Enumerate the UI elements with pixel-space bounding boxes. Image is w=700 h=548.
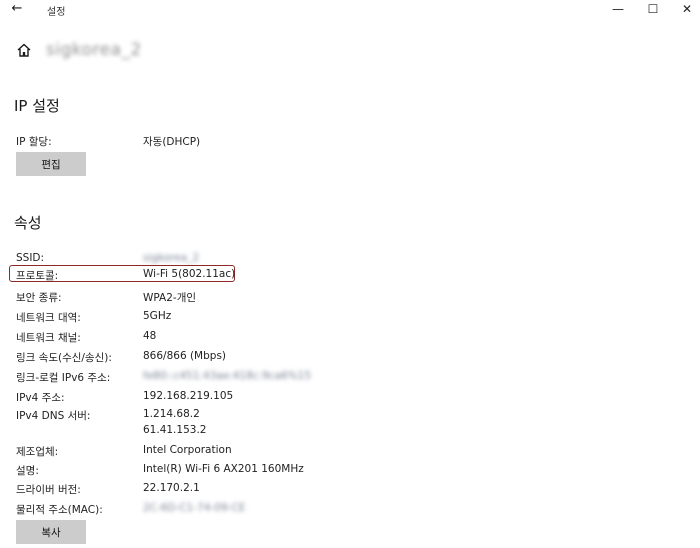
description-value: Intel(R) Wi-Fi 6 AX201 160MHz [143,463,304,475]
copy-button[interactable]: 복사 [16,520,86,544]
close-button[interactable]: ✕ [672,0,700,18]
property-label: SSID: [16,252,45,264]
ssid-value: sigkorea_2 [143,252,200,264]
ip-assignment-label: IP 할당: [16,136,52,148]
property-label: 네트워크 대역: [16,312,81,324]
minimize-button[interactable]: — [603,0,633,18]
driver-version-value: 22.170.2.1 [143,482,200,494]
dns-server-2-value: 61.41.153.2 [143,424,207,436]
dns-server-1-value: 1.214.68.2 [143,408,200,420]
app-title: 설정 [47,7,66,18]
property-label: 드라이버 버전: [16,484,81,496]
ip-assignment-value: 자동(DHCP) [143,136,201,148]
edit-button[interactable]: 편집 [16,152,86,176]
maximize-button[interactable]: ☐ [638,0,668,18]
property-label: 제조업체: [16,446,59,458]
properties-heading: 속성 [14,214,42,232]
title-bar: ← 설정 — ☐ ✕ [0,0,700,20]
ip-settings-heading: IP 설정 [14,97,60,115]
network-band-value: 5GHz [143,310,172,322]
property-label: IPv4 DNS 서버: [16,410,91,422]
property-label: 링크 속도(수신/송신): [16,352,112,364]
property-label: 네트워크 채널: [16,332,81,344]
network-name: sigkorea_2 [46,40,142,60]
home-icon [17,43,31,57]
ipv4-address-value: 192.168.219.105 [143,390,234,402]
property-label: 물리적 주소(MAC): [16,504,103,516]
ipv6-address-value: fe80::c451:43ae:418c:9ca6%15 [143,370,311,382]
network-channel-value: 48 [143,330,157,342]
back-button[interactable]: ← [8,1,26,17]
property-label: 설명: [16,465,39,477]
property-label: 프로토콜: [16,270,59,282]
property-label: IPv4 주소: [16,392,65,404]
protocol-value: Wi-Fi 5(802.11ac) [143,268,236,280]
security-type-value: WPA2-개인 [143,292,197,304]
link-speed-value: 866/866 (Mbps) [143,350,227,362]
manufacturer-value: Intel Corporation [143,444,232,456]
property-label: 링크-로컬 IPv6 주소: [16,372,111,384]
property-label: 보안 종류: [16,292,62,304]
mac-address-value: 2C-6D-C1-74-09-CE [143,502,246,514]
